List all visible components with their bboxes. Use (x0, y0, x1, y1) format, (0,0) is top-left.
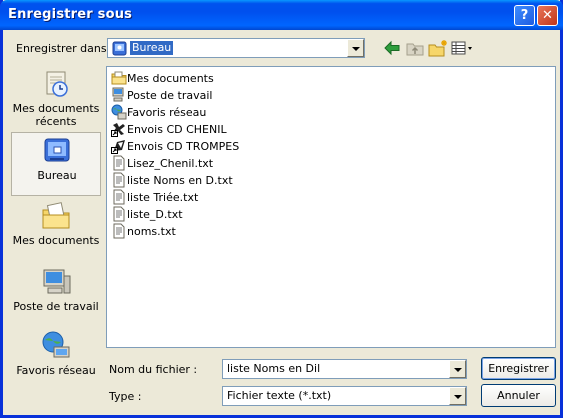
file-list[interactable]: Mes documents Poste de travail Favoris r… (106, 66, 556, 348)
place-my-documents[interactable]: Mes documents (11, 198, 101, 262)
desktop-icon (44, 138, 70, 162)
close-button[interactable]: ✕ (537, 5, 558, 26)
place-recent-documents[interactable]: Mes documents récents (11, 66, 101, 130)
shortcut-icon (111, 123, 125, 137)
place-label: Bureau (37, 169, 77, 182)
text-file-icon (113, 172, 125, 188)
folder-icon (111, 71, 127, 85)
save-button[interactable]: Enregistrer (481, 357, 556, 380)
filetype-value: Fichier texte (*.txt) (227, 389, 332, 402)
computer-icon (112, 87, 124, 102)
save-in-label: Enregistrer dans : (16, 42, 114, 55)
places-bar: Mes documents récents Bureau Mes documen… (11, 66, 101, 386)
file-name: Envois CD CHENIL (127, 123, 227, 136)
place-label: Favoris réseau (16, 364, 96, 377)
file-name: noms.txt (127, 225, 176, 238)
save-in-dropdown[interactable]: Bureau (107, 38, 365, 58)
file-name: Envois CD TROMPES (127, 140, 240, 153)
chevron-down-icon[interactable] (449, 387, 466, 405)
file-name: Favoris réseau (127, 106, 207, 119)
view-menu-icon[interactable] (450, 38, 474, 58)
file-name: Lisez_Chenil.txt (127, 157, 214, 170)
file-name: liste_D.txt (127, 208, 183, 221)
text-file-icon (113, 155, 125, 171)
network-places-icon (42, 331, 70, 358)
save-as-dialog: Enregistrer sous ? ✕ Enregistrer dans : … (0, 0, 563, 418)
my-documents-icon (42, 202, 70, 229)
place-label: Mes documents récents (12, 102, 100, 128)
place-network[interactable]: Favoris réseau (11, 328, 101, 392)
filename-field[interactable]: liste Noms en Dil (222, 359, 467, 379)
file-name: liste Noms en D.txt (127, 174, 233, 187)
file-name: Poste de travail (127, 89, 213, 102)
network-icon (111, 104, 127, 120)
my-computer-icon (43, 269, 71, 294)
window-title: Enregistrer sous (8, 7, 133, 22)
cancel-button[interactable]: Annuler (481, 384, 556, 407)
up-folder-icon[interactable] (404, 38, 426, 58)
shortcut-icon (111, 140, 125, 154)
file-name: liste Triée.txt (127, 191, 199, 204)
text-file-icon (113, 223, 125, 239)
place-desktop[interactable]: Bureau (11, 132, 101, 196)
filetype-label: Type : (109, 390, 142, 403)
filename-label: Nom du fichier : (109, 363, 198, 376)
title-bar[interactable]: Enregistrer sous ? ✕ (0, 0, 563, 30)
place-my-computer[interactable]: Poste de travail (11, 264, 101, 328)
chevron-down-icon[interactable] (347, 39, 364, 57)
chevron-down-icon[interactable] (449, 360, 466, 378)
text-file-icon (113, 189, 125, 205)
new-folder-icon[interactable] (427, 38, 449, 58)
text-file-icon (113, 206, 125, 222)
recent-documents-icon (46, 71, 68, 97)
place-label: Poste de travail (13, 300, 99, 313)
back-arrow-icon[interactable] (381, 38, 403, 58)
file-name: Mes documents (127, 72, 214, 85)
filename-value: liste Noms en Dil (227, 362, 321, 375)
filetype-dropdown[interactable]: Fichier texte (*.txt) (222, 386, 467, 406)
desktop-icon (112, 41, 127, 56)
help-button[interactable]: ? (514, 5, 535, 26)
save-in-value: Bureau (130, 41, 174, 55)
place-label: Mes documents (12, 234, 100, 247)
